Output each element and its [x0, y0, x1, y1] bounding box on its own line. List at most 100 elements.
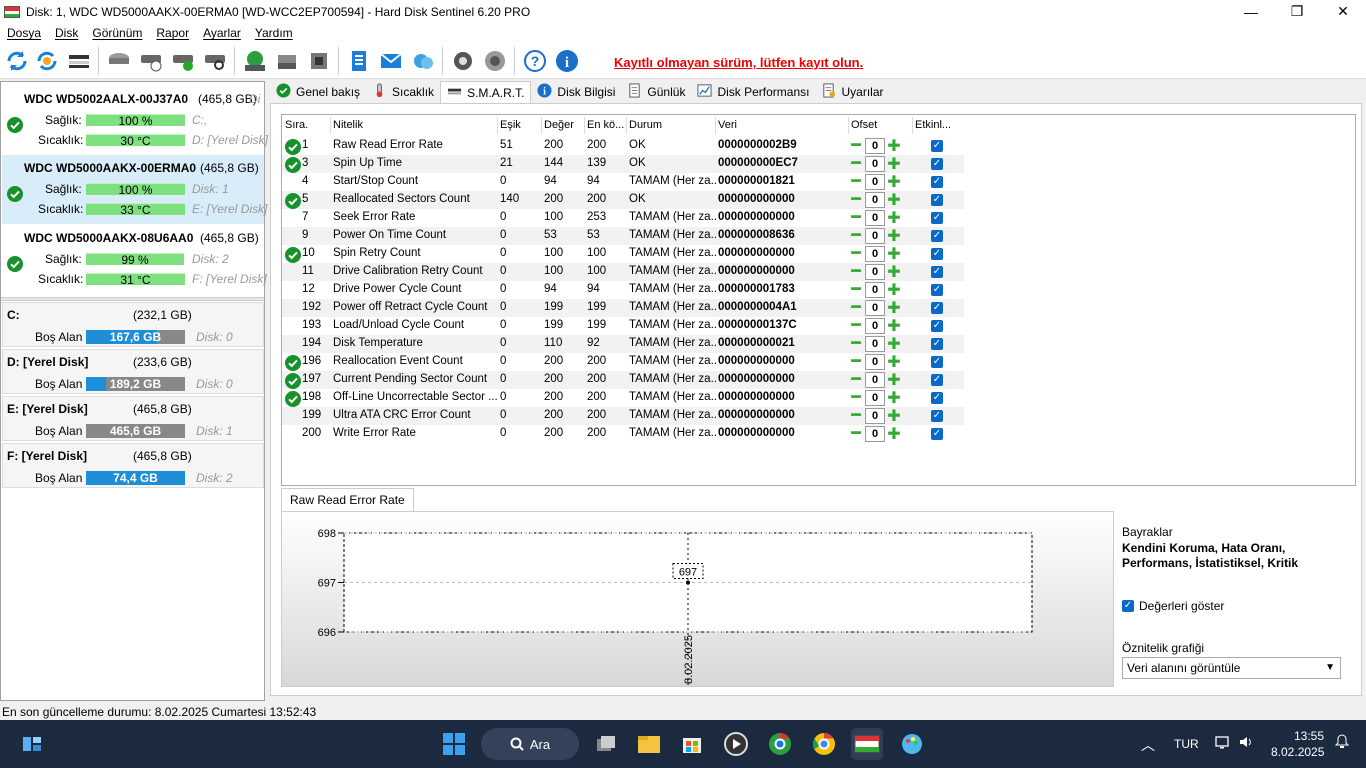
offset-value[interactable]: 0	[865, 264, 885, 280]
disk-search-icon[interactable]	[202, 48, 228, 74]
offset-value[interactable]: 0	[865, 138, 885, 154]
minus-icon[interactable]: ━	[848, 408, 864, 424]
plus-icon[interactable]: ✚	[886, 210, 902, 227]
table-row[interactable]: 4 Start/Stop Count 0 94 94 TAMAM (Her za... 00…	[282, 173, 964, 191]
enabled-checkbox[interactable]: ✓	[931, 356, 943, 368]
chrome-icon[interactable]	[808, 728, 840, 760]
table-row[interactable]: 7 Seek Error Rate 0 100 253 TAMAM (Her za... 0…	[282, 209, 964, 227]
enabled-checkbox[interactable]: ✓	[931, 194, 943, 206]
offset-value[interactable]: 0	[865, 246, 885, 262]
menu-rapor[interactable]: Rapor	[149, 26, 196, 40]
plus-icon[interactable]: ✚	[886, 300, 902, 317]
volume-icon[interactable]	[1238, 734, 1254, 753]
enabled-checkbox[interactable]: ✓	[931, 410, 943, 422]
table-row[interactable]: 12 Drive Power Cycle Count 0 94 94 TAMAM (Her…	[282, 281, 964, 299]
tab-günlük[interactable]: Günlük	[621, 81, 691, 103]
store-icon[interactable]	[676, 728, 708, 760]
clock-date[interactable]: 8.02.2025	[1271, 745, 1324, 759]
menu-disk[interactable]: Disk	[48, 26, 85, 40]
table-row[interactable]: 198 Off-Line Uncorrectable Sector ... 0 200…	[282, 389, 964, 407]
offset-value[interactable]: 0	[865, 192, 885, 208]
offset-value[interactable]: 0	[865, 300, 885, 316]
col-status-header[interactable]: Durum	[629, 119, 662, 131]
notification-icon[interactable]	[1334, 734, 1350, 753]
settings-icon[interactable]	[450, 48, 476, 74]
col-attribute-header[interactable]: Nitelik	[333, 119, 363, 131]
disk-check-icon[interactable]	[170, 48, 196, 74]
table-row[interactable]: 1 Raw Read Error Rate 51 200 200 OK 0000000002…	[282, 137, 964, 155]
minus-icon[interactable]: ━	[848, 138, 864, 154]
tab-sıcaklık[interactable]: Sıcaklık	[366, 81, 440, 103]
offset-value[interactable]: 0	[865, 210, 885, 226]
col-index-header[interactable]: Sıra.	[285, 119, 308, 131]
offset-value[interactable]: 0	[865, 228, 885, 244]
offset-value[interactable]: 0	[865, 408, 885, 424]
disk-icon[interactable]	[106, 48, 132, 74]
table-row[interactable]: 197 Current Pending Sector Count 0 200 200 TA…	[282, 371, 964, 389]
offset-value[interactable]: 0	[865, 318, 885, 334]
minus-icon[interactable]: ━	[848, 372, 864, 388]
plus-icon[interactable]: ✚	[886, 372, 902, 389]
minus-icon[interactable]: ━	[848, 390, 864, 406]
minus-icon[interactable]: ━	[848, 246, 864, 262]
col-offset-header[interactable]: Ofset	[851, 119, 877, 131]
table-row[interactable]: 200 Write Error Rate 0 200 200 TAMAM (Her za.…	[282, 425, 964, 443]
start-icon[interactable]	[438, 728, 470, 760]
tab-genel-bakış[interactable]: Genel bakış	[270, 81, 366, 103]
paint-icon[interactable]	[896, 728, 928, 760]
offset-value[interactable]: 0	[865, 426, 885, 442]
tab-disk-performansı[interactable]: Disk Performansı	[691, 81, 815, 103]
show-values-checkbox[interactable]: ✓ Değerleri göster	[1122, 599, 1224, 613]
info-icon[interactable]: i	[554, 48, 580, 74]
col-worst-header[interactable]: En kö...	[587, 119, 624, 131]
minus-icon[interactable]: ━	[848, 336, 864, 352]
network-icon[interactable]	[242, 48, 268, 74]
minus-icon[interactable]: ━	[848, 282, 864, 298]
plus-icon[interactable]: ✚	[886, 228, 902, 245]
table-row[interactable]: 199 Ultra ATA CRC Error Count 0 200 200 TAMAM…	[282, 407, 964, 425]
taskbar-search[interactable]: Ara	[481, 728, 579, 760]
network-tray-icon[interactable]	[1215, 734, 1231, 753]
graph-select[interactable]: Veri alanını görüntüle ▼	[1122, 657, 1341, 679]
tray-chevron-icon[interactable]: ︿	[1141, 735, 1155, 755]
enabled-checkbox[interactable]: ✓	[931, 428, 943, 440]
disk-card[interactable]: WDC WD5000AAKX-08U6AA0 (465,8 GB) Sağlık: 9…	[2, 225, 267, 294]
hd-sentinel-task-icon[interactable]	[851, 728, 883, 760]
report-icon[interactable]	[346, 48, 372, 74]
enabled-checkbox[interactable]: ✓	[931, 230, 943, 242]
table-row[interactable]: 9 Power On Time Count 0 53 53 TAMAM (Her za..…	[282, 227, 964, 245]
col-data-header[interactable]: Veri	[718, 119, 737, 131]
table-row[interactable]: 11 Drive Calibration Retry Count 0 100 100 TA…	[282, 263, 964, 281]
table-row[interactable]: 196 Reallocation Event Count 0 200 200 TAMAM …	[282, 353, 964, 371]
plus-icon[interactable]: ✚	[886, 246, 902, 263]
plus-icon[interactable]: ✚	[886, 426, 902, 443]
plus-icon[interactable]: ✚	[886, 192, 902, 209]
clock-time[interactable]: 13:55	[1294, 729, 1324, 743]
plus-icon[interactable]: ✚	[886, 390, 902, 407]
widgets-icon[interactable]	[16, 728, 48, 760]
media-player-icon[interactable]	[720, 728, 752, 760]
enabled-checkbox[interactable]: ✓	[931, 140, 943, 152]
table-row[interactable]: 5 Reallocated Sectors Count 140 200 200 OK 000…	[282, 191, 964, 209]
menu-dosya[interactable]: Dosya	[0, 26, 48, 40]
offset-value[interactable]: 0	[865, 156, 885, 172]
minus-icon[interactable]: ━	[848, 192, 864, 208]
volume-card[interactable]: E: [Yerel Disk] (465,8 GB) Boş Alan 465,6 G…	[2, 396, 264, 441]
sound-icon[interactable]	[482, 48, 508, 74]
minimize-button[interactable]: —	[1228, 0, 1274, 23]
plus-icon[interactable]: ✚	[886, 282, 902, 299]
enabled-checkbox[interactable]: ✓	[931, 392, 943, 404]
plus-icon[interactable]: ✚	[886, 156, 902, 173]
disk-card[interactable]: WDC WD5002AALX-00J37A0 (465,8 GB) Di Sağlık…	[2, 86, 268, 155]
graph-tab[interactable]: Raw Read Error Rate	[281, 488, 414, 511]
disk-view-icon[interactable]	[66, 48, 92, 74]
tab-disk-bilgisi[interactable]: i Disk Bilgisi	[531, 81, 621, 103]
cloud-icon[interactable]	[410, 48, 436, 74]
minus-icon[interactable]: ━	[848, 426, 864, 442]
col-enabled-header[interactable]: Etkinl...	[915, 119, 951, 131]
offset-value[interactable]: 0	[865, 282, 885, 298]
enabled-checkbox[interactable]: ✓	[931, 176, 943, 188]
plus-icon[interactable]: ✚	[886, 408, 902, 425]
disk-card[interactable]: WDC WD5000AAKX-00ERMA0 (465,8 GB) Sağlık: 1…	[2, 155, 267, 224]
enabled-checkbox[interactable]: ✓	[931, 374, 943, 386]
